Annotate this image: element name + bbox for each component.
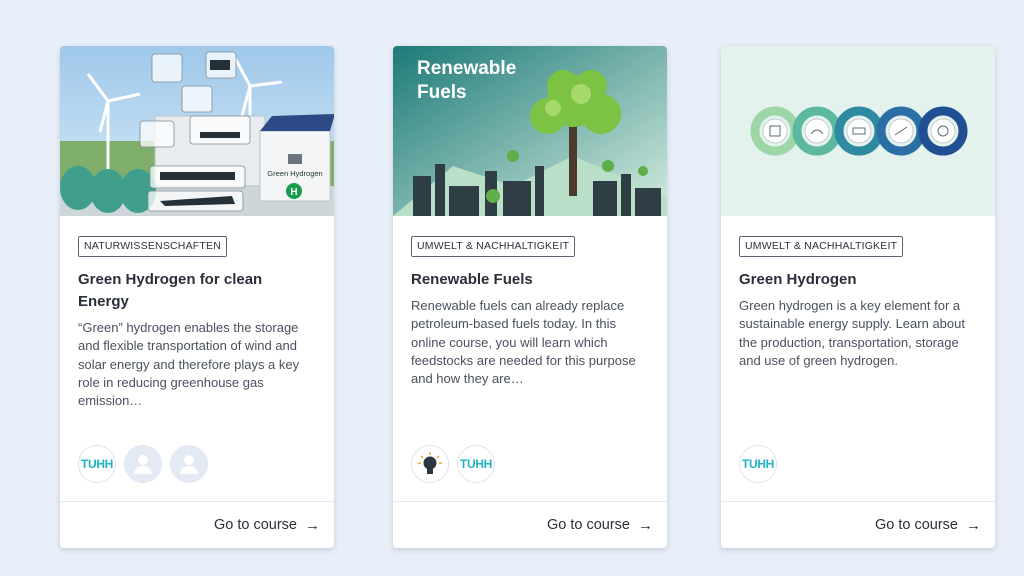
- lightbulb-avatar-icon: [411, 445, 449, 483]
- arrow-right-icon: →: [966, 516, 981, 534]
- tuhh-logo-avatar: TUHH: [78, 445, 116, 483]
- course-title[interactable]: Green Hydrogen: [739, 269, 977, 291]
- course-title[interactable]: Renewable Fuels: [411, 269, 649, 291]
- card-footer: Go to course →: [60, 501, 334, 548]
- course-description: Green hydrogen is a key element for a su…: [739, 298, 965, 368]
- course-thumbnail-renewable-fuels[interactable]: Renewable Fuels: [393, 46, 667, 216]
- course-card-renewable-fuels[interactable]: Renewable Fuels UMWELT & NACHHALTIGKEIT …: [393, 46, 667, 548]
- tuhh-logo-avatar: TUHH: [739, 445, 777, 483]
- provider-avatars: TUHH: [78, 445, 208, 483]
- go-to-course-label: Go to course: [213, 517, 297, 533]
- arrow-right-icon: →: [305, 516, 320, 534]
- course-category-tag: UMWELT & NACHHALTIGKEIT: [739, 236, 904, 257]
- tuhh-logo-avatar: TUHH: [457, 445, 495, 483]
- provider-avatars: TUHH: [739, 445, 777, 483]
- course-category-tag: UMWELT & NACHHALTIGKEIT: [411, 236, 576, 257]
- go-to-course-button[interactable]: Go to course →: [214, 517, 320, 534]
- thumb-title-line-1: Renewable: [417, 58, 516, 79]
- provider-avatars: TUHH: [411, 445, 495, 483]
- thumb-title-line-2: Fuels: [417, 82, 467, 103]
- course-thumbnail-hydrogen-chain[interactable]: [721, 46, 995, 216]
- course-thumbnail-hydrogen-plant[interactable]: H Green Hydrogen: [60, 46, 334, 216]
- go-to-course-label: Go to course: [874, 517, 958, 533]
- card-footer: Go to course →: [393, 501, 667, 548]
- go-to-course-button[interactable]: Go to course →: [547, 517, 653, 534]
- course-card-green-hydrogen-clean-energy[interactable]: H Green Hydrogen NATURWISSENSCHAFTEN Gre…: [60, 46, 334, 548]
- course-card-green-hydrogen[interactable]: UMWELT & NACHHALTIGKEIT Green Hydrogen G…: [721, 46, 995, 548]
- go-to-course-label: Go to course: [546, 517, 630, 533]
- person-avatar-icon: [170, 445, 208, 483]
- course-title[interactable]: Green Hydrogen for clean Energy: [78, 269, 316, 313]
- svg-text:H: H: [290, 187, 297, 198]
- course-description: “Green” hydrogen enables the storage and…: [78, 320, 300, 409]
- hydrogen-plant-illustration: H Green Hydrogen: [60, 46, 334, 216]
- course-category-tag: NATURWISSENSCHAFTEN: [78, 236, 228, 257]
- arrow-right-icon: →: [638, 516, 653, 534]
- go-to-course-button[interactable]: Go to course →: [875, 517, 981, 534]
- renewable-fuels-illustration: Renewable Fuels: [393, 46, 667, 216]
- person-avatar-icon: [124, 445, 162, 483]
- course-description: Renewable fuels can already replace petr…: [411, 298, 636, 387]
- green-hydrogen-label: Green Hydrogen: [267, 169, 322, 178]
- card-footer: Go to course →: [721, 501, 995, 548]
- hydrogen-value-chain-illustration: [721, 46, 995, 216]
